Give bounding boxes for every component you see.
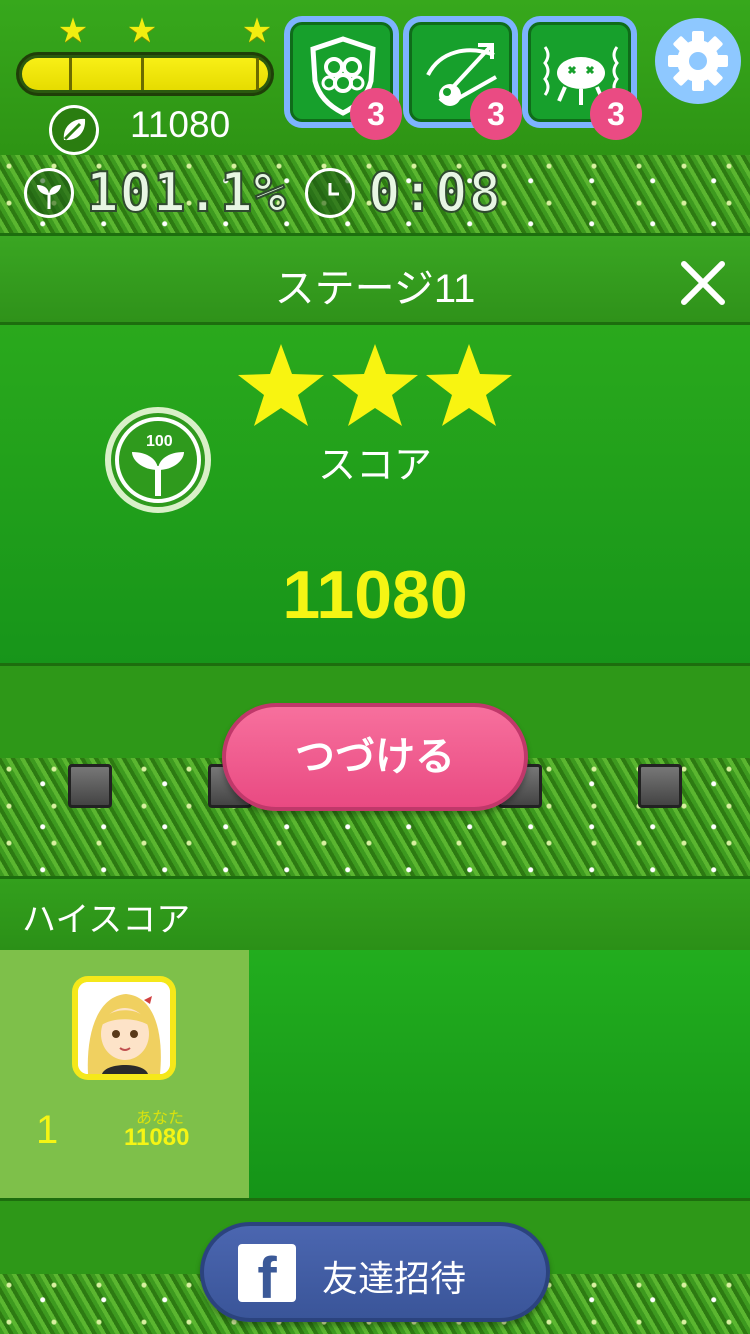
result-star-2-icon (332, 344, 418, 426)
score-value: 11080 (282, 557, 468, 633)
highscore-title: ハイスコア (22, 901, 191, 939)
player-score: 11080 (124, 1124, 190, 1151)
elapsed-time: 0:08 (367, 160, 503, 225)
progress-star-2-icon: ★ (126, 11, 158, 51)
star-progress-bar (16, 52, 274, 96)
progress-divider (141, 58, 144, 90)
invite-friends-button[interactable]: f 友達招待 (200, 1222, 550, 1322)
avatar (72, 976, 176, 1080)
booster-count-badge: 3 (350, 88, 402, 140)
settings-button[interactable] (655, 18, 741, 104)
facebook-icon: f (238, 1244, 296, 1302)
score-label: スコア (317, 445, 432, 487)
highscore-rank: 1 (36, 1108, 59, 1152)
stone-block (68, 764, 112, 808)
close-icon (681, 261, 725, 305)
player-avatar-icon (78, 982, 170, 1074)
clock-icon (305, 168, 355, 218)
gear-icon (668, 31, 728, 91)
coin-count: 11080 (130, 104, 231, 145)
result-star-1-icon (238, 344, 324, 426)
booster-count-badge: 3 (590, 88, 642, 140)
progress-star-1-icon: ★ (57, 11, 89, 51)
progress-star-3-icon: ★ (241, 11, 273, 51)
leaf-icon (49, 105, 99, 155)
booster-count-badge: 3 (470, 88, 522, 140)
stone-block (638, 764, 682, 808)
continue-button[interactable]: つづける (222, 703, 528, 811)
progress-divider (69, 58, 72, 90)
invite-friends-label: 友達招待 (322, 1258, 467, 1299)
star-progress-fill (22, 58, 268, 90)
growth-percentage: 101.1% (85, 160, 288, 225)
sprout-icon (24, 168, 74, 218)
stage-title: ステージ11 (274, 267, 476, 311)
result-star-3-icon (426, 344, 512, 426)
progress-divider (256, 58, 259, 90)
close-button[interactable] (676, 256, 730, 310)
